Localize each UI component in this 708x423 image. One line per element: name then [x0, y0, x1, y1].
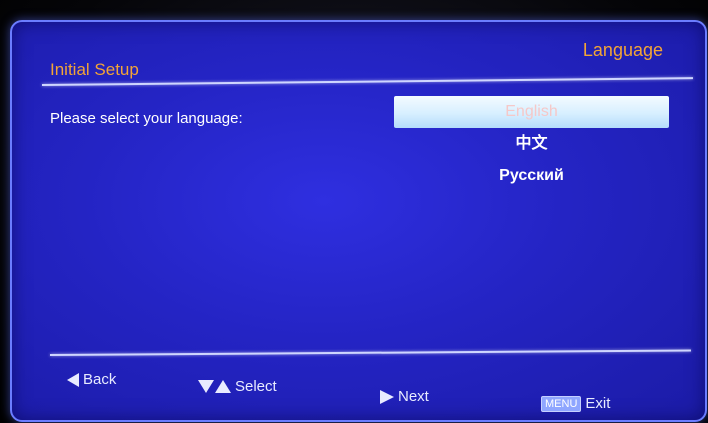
language-prompt: Please select your language: [50, 110, 243, 127]
page-title: Initial Setup [50, 60, 139, 79]
left-arrow-icon [67, 372, 79, 387]
language-option-russian[interactable]: Русский [394, 160, 669, 192]
menu-header: Initial Setup Language [12, 22, 705, 79]
next-label: Next [398, 388, 429, 405]
language-list[interactable]: English 中文 Русский [394, 96, 669, 192]
up-arrow-icon [215, 380, 231, 393]
down-arrow-icon [198, 380, 214, 393]
right-arrow-icon [380, 389, 394, 404]
section-title: Language [582, 40, 663, 60]
language-option-chinese[interactable]: 中文 [394, 128, 669, 160]
back-label: Back [83, 371, 117, 388]
back-hint[interactable]: Back [67, 371, 116, 388]
exit-label: Exit [585, 395, 611, 412]
setup-menu-screen: Initial Setup Language Please select you… [10, 20, 707, 422]
select-label: Select [235, 378, 277, 395]
select-hint[interactable]: Select [198, 378, 277, 395]
next-hint[interactable]: Next [380, 388, 429, 405]
exit-hint[interactable]: MENU Exit [541, 395, 610, 412]
header-divider [41, 77, 693, 86]
language-option-english[interactable]: English [394, 96, 669, 128]
menu-key-icon: MENU [541, 395, 582, 412]
footer-divider [49, 349, 691, 356]
